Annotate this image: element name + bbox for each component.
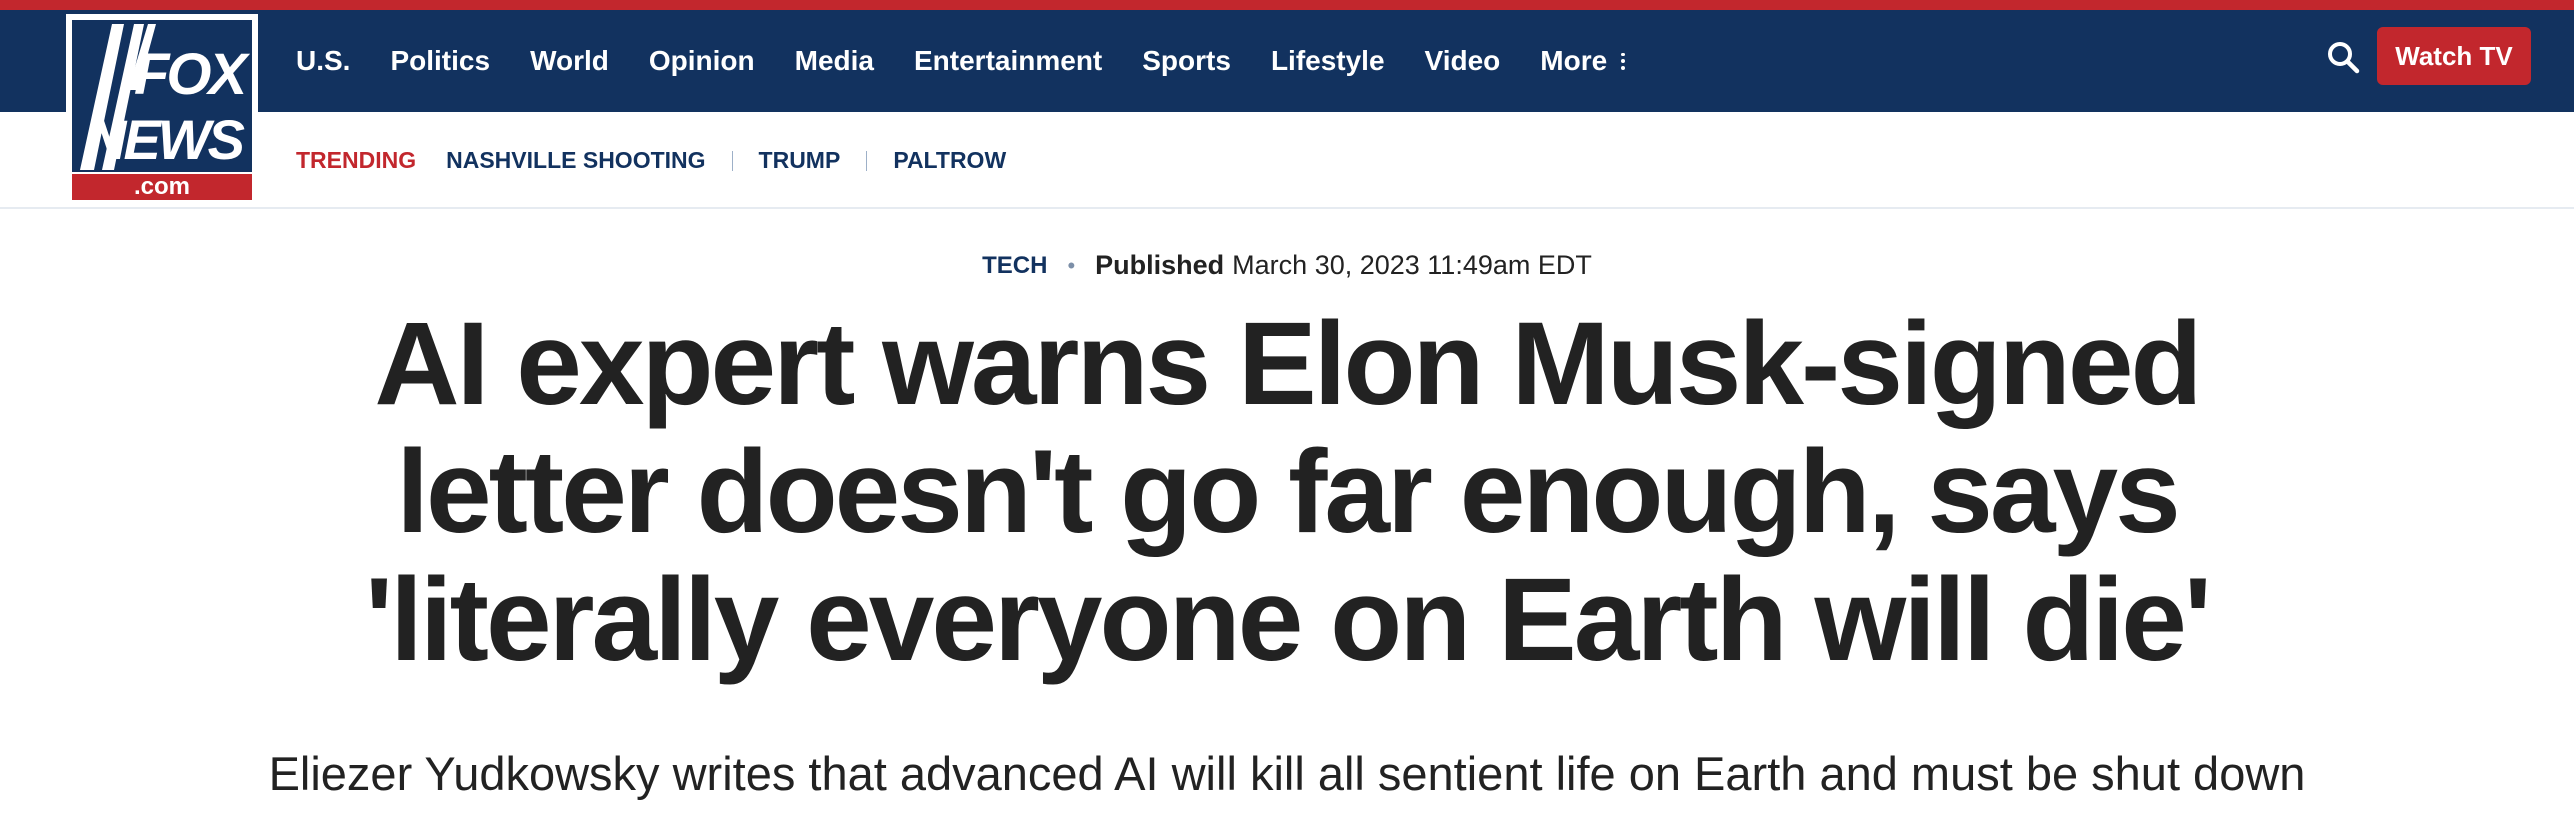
nav-item-entertainment[interactable]: Entertainment — [914, 45, 1102, 77]
article-headline: AI expert warns Elon Musk-signed letter … — [260, 300, 2314, 684]
logo-fox-text: FOX — [134, 42, 247, 107]
trending-list: TRENDING NASHVILLE SHOOTING TRUMP PALTRO… — [296, 112, 1006, 209]
fox-news-logo[interactable]: FOX NEWS .com — [66, 14, 258, 204]
article-category-link[interactable]: TECH — [982, 252, 1047, 280]
search-icon[interactable] — [2324, 38, 2364, 78]
watch-tv-button[interactable]: Watch TV — [2377, 27, 2531, 85]
trending-item-nashville-shooting[interactable]: NASHVILLE SHOOTING — [446, 147, 705, 174]
article-subheadline: Eliezer Yudkowsky writes that advanced A… — [268, 747, 2306, 800]
nav-item-world[interactable]: World — [530, 45, 609, 77]
primary-nav: U.S. Politics World Opinion Media Entert… — [296, 10, 1626, 112]
nav-item-opinion[interactable]: Opinion — [649, 45, 755, 77]
logo-panel: FOX NEWS — [72, 20, 252, 172]
nav-item-politics[interactable]: Politics — [390, 45, 490, 77]
nav-item-more[interactable]: More — [1540, 45, 1626, 77]
headline-line: AI expert warns Elon Musk-signed — [374, 298, 2202, 430]
logo-news-text: NEWS — [86, 108, 245, 171]
published-date: March 30, 2023 11:49am EDT — [1232, 250, 1592, 280]
top-accent-stripe — [0, 0, 2574, 10]
nav-item-video[interactable]: Video — [1425, 45, 1501, 77]
nav-item-us[interactable]: U.S. — [296, 45, 350, 77]
article-meta: TECH • Published March 30, 2023 11:49am … — [0, 250, 2574, 281]
nav-item-media[interactable]: Media — [795, 45, 874, 77]
trending-item-trump[interactable]: TRUMP — [759, 147, 841, 174]
trending-divider — [866, 150, 868, 171]
logo-domain: .com — [72, 174, 252, 200]
published-label: Published — [1095, 250, 1225, 280]
meta-separator: • — [1067, 252, 1076, 278]
trending-item-paltrow[interactable]: PALTROW — [893, 147, 1006, 174]
nav-item-lifestyle[interactable]: Lifestyle — [1271, 45, 1385, 77]
trending-divider — [731, 150, 733, 171]
headline-line: 'literally everyone on Earth will die' — [365, 554, 2212, 686]
headline-line: letter doesn't go far enough, says — [396, 426, 2181, 558]
nav-item-sports[interactable]: Sports — [1142, 45, 1231, 77]
vertical-dots-icon — [1621, 51, 1626, 71]
trending-label: TRENDING — [296, 147, 417, 173]
nav-more-label: More — [1540, 45, 1608, 76]
